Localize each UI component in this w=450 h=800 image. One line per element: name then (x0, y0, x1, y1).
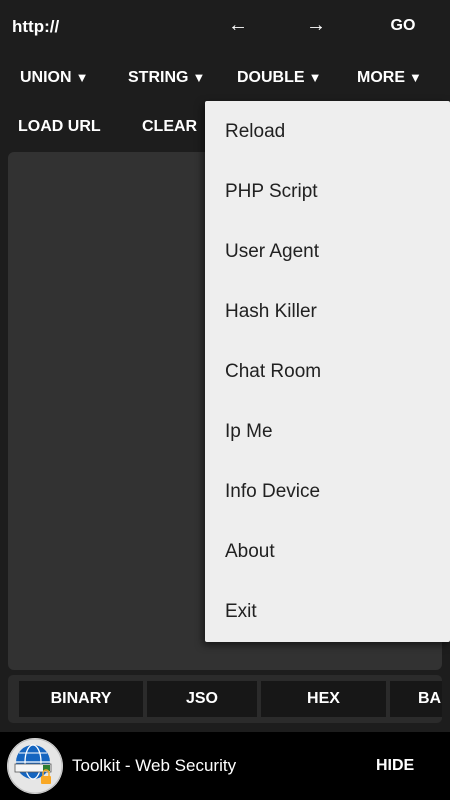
json-button[interactable]: JSO (147, 681, 257, 717)
menu-item-ip-me[interactable]: Ip Me (205, 402, 450, 462)
globe-icon (7, 738, 63, 794)
hex-button[interactable]: HEX (261, 681, 386, 717)
menu-item-exit[interactable]: Exit (205, 582, 450, 642)
url-input[interactable]: http:// (12, 17, 59, 37)
caret-down-icon: ▼ (75, 70, 89, 85)
caret-down-icon: ▼ (409, 70, 422, 85)
menu-item-user-agent[interactable]: User Agent (205, 222, 450, 282)
forward-arrow-icon[interactable]: → (296, 14, 336, 37)
double-menu-button[interactable]: DOUBLE ▼ (237, 69, 321, 87)
menu-item-hash-killer[interactable]: Hash Killer (205, 282, 450, 342)
binary-button[interactable]: BINARY (19, 681, 143, 717)
menu-item-reload[interactable]: Reload (205, 102, 450, 162)
encoding-bar[interactable]: BINARY JSO HEX BA (8, 675, 442, 723)
go-button[interactable]: GO (378, 17, 428, 35)
hide-button[interactable]: HIDE (376, 757, 414, 775)
more-popup-menu: Reload PHP Script User Agent Hash Killer… (205, 101, 450, 642)
menu-item-php-script[interactable]: PHP Script (205, 162, 450, 222)
caret-down-icon: ▼ (308, 70, 322, 85)
injection-menu-bar: UNION ▼ STRING ▼ DOUBLE ▼ MORE ▼ (0, 58, 450, 102)
menu-item-about[interactable]: About (205, 522, 450, 582)
clear-button[interactable]: CLEAR (142, 118, 197, 136)
back-arrow-icon[interactable]: ← (218, 14, 258, 37)
app-root: http:// ← → GO UNION ▼ STRING ▼ DOUBLE ▼ MO… (0, 0, 450, 800)
load-url-button[interactable]: LOAD URL (18, 118, 101, 136)
string-menu-label: STRING (128, 69, 189, 86)
banner-title: Toolkit - Web Security (72, 756, 237, 775)
string-menu-button[interactable]: STRING ▼ (128, 69, 205, 87)
more-menu-button[interactable]: MORE ▼ (357, 69, 422, 87)
menu-item-info-device[interactable]: Info Device (205, 462, 450, 522)
app-banner: Toolkit - Web Security HIDE (0, 732, 450, 800)
union-menu-label: UNION (20, 69, 72, 86)
menu-item-chat-room[interactable]: Chat Room (205, 342, 450, 402)
base-button[interactable]: BA (390, 681, 442, 717)
caret-down-icon: ▼ (192, 70, 206, 85)
union-menu-button[interactable]: UNION ▼ (20, 69, 88, 87)
more-menu-label: MORE (357, 69, 405, 86)
url-bar: http:// ← → GO (0, 0, 450, 56)
double-menu-label: DOUBLE (237, 69, 305, 86)
